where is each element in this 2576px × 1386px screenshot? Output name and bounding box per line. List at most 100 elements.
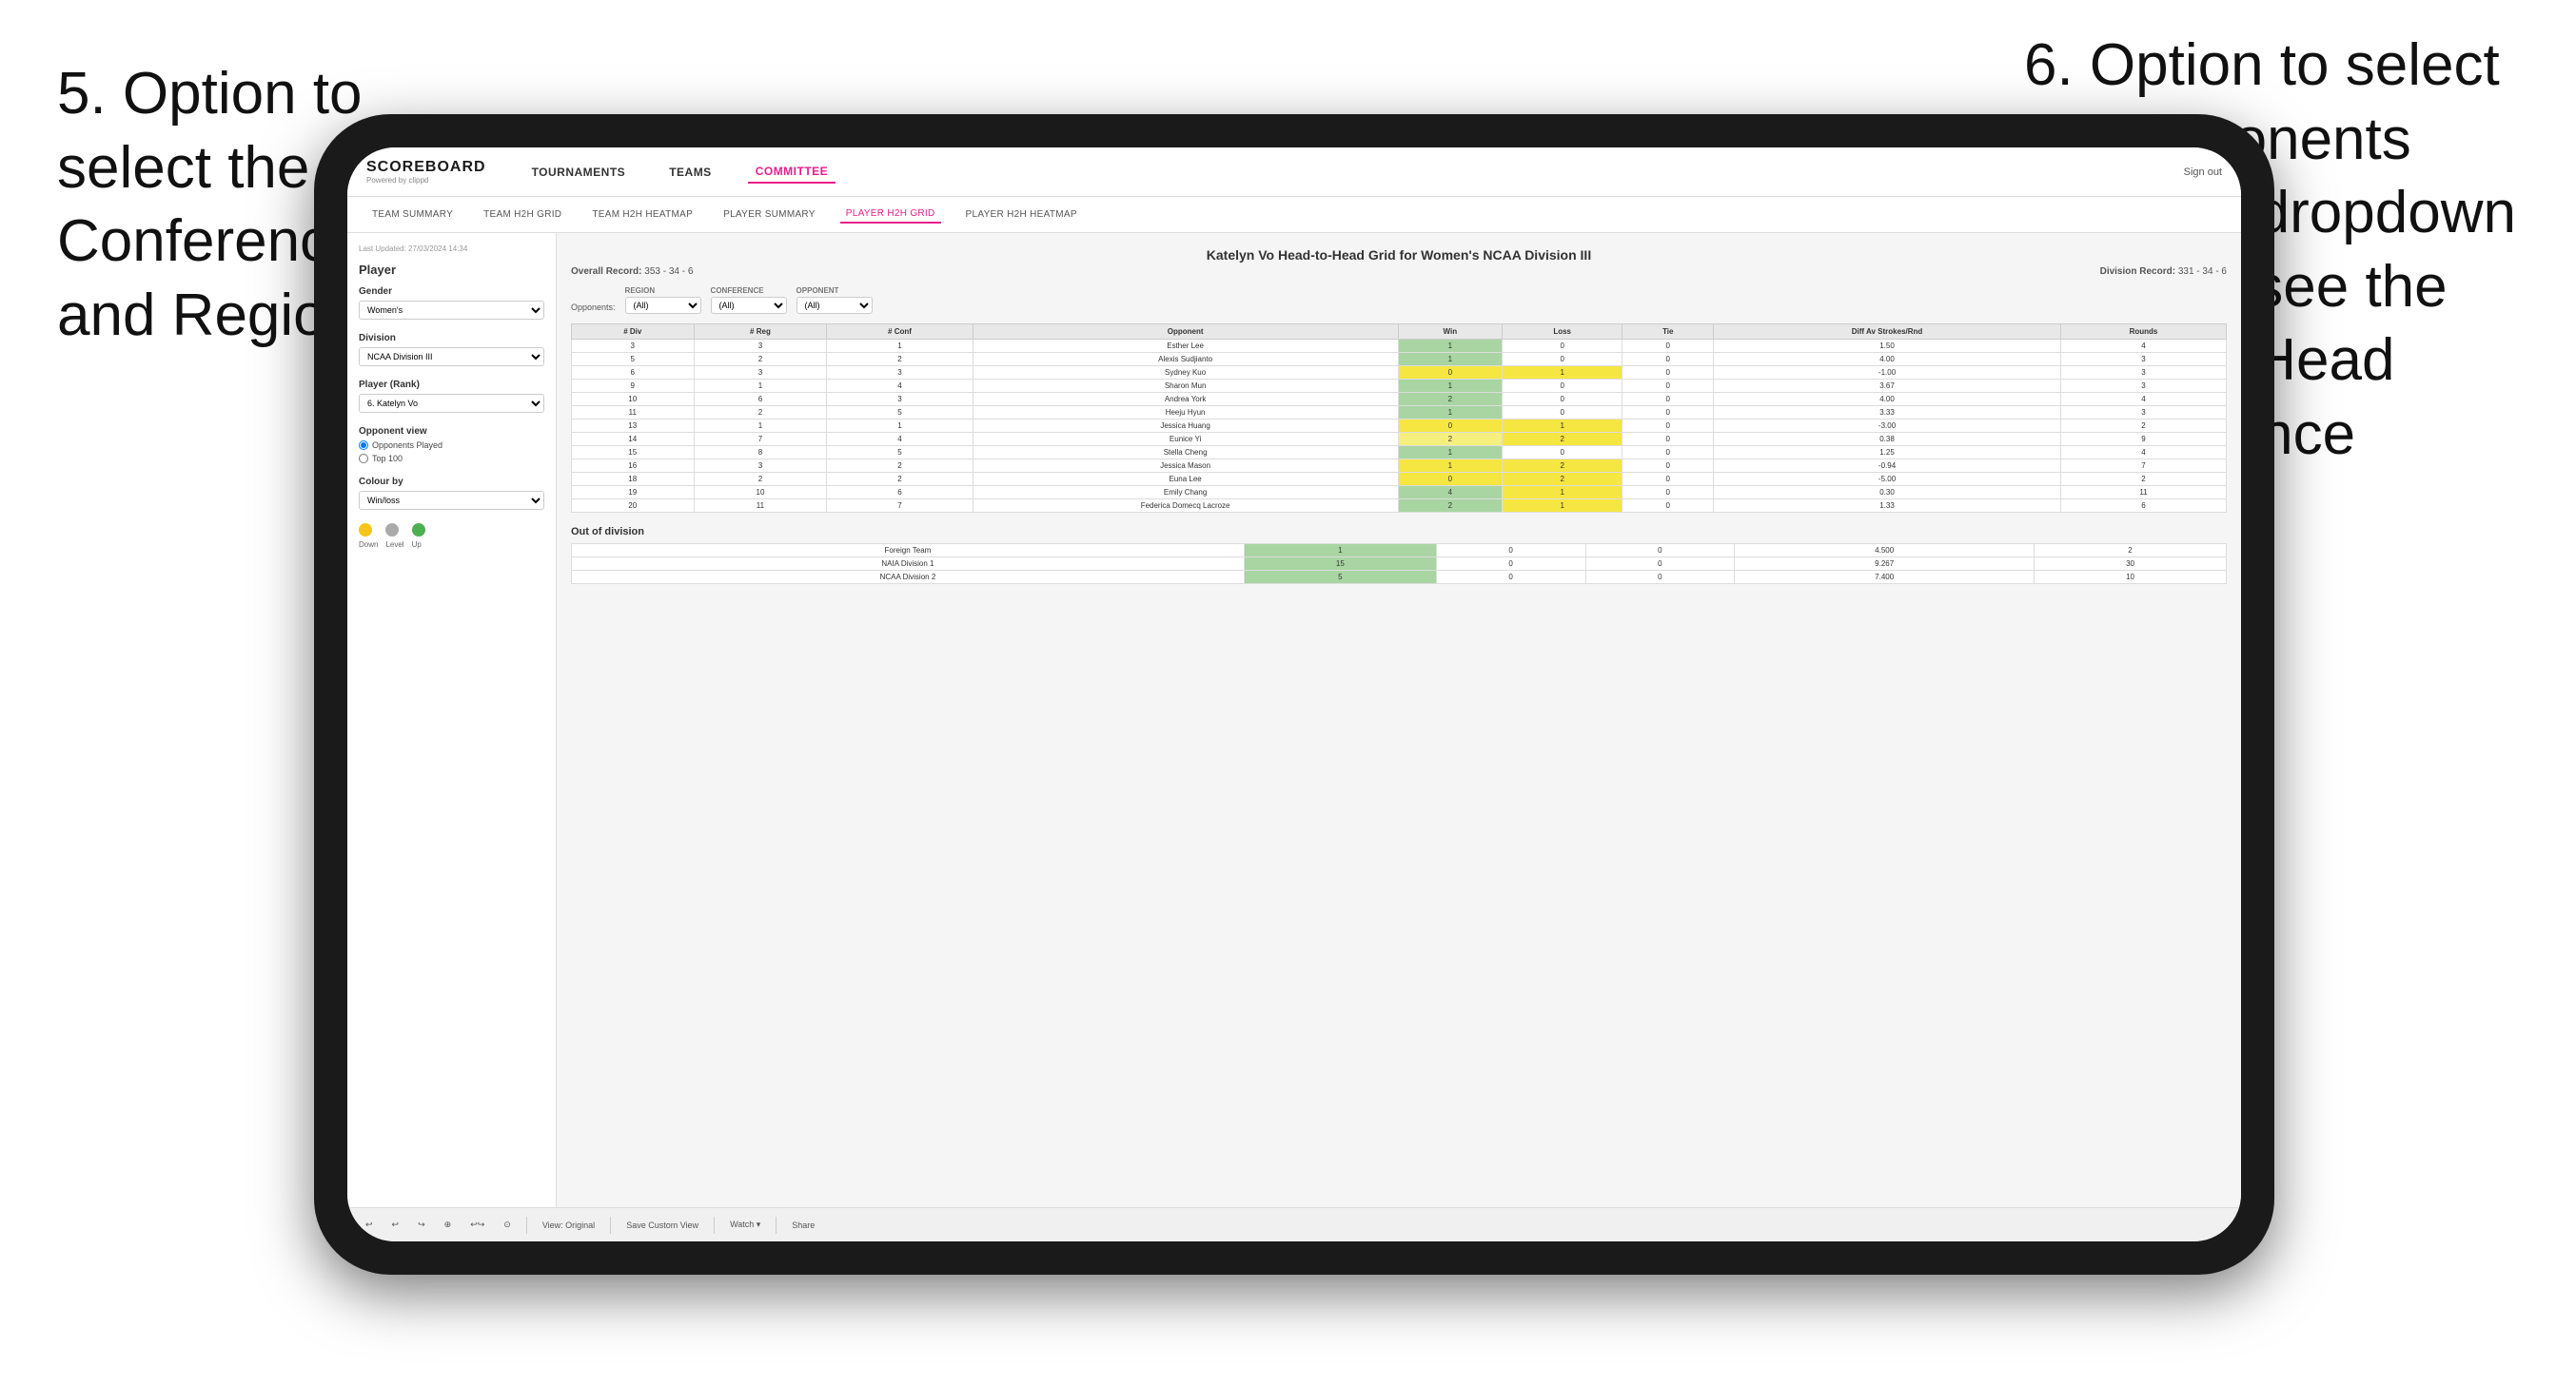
conference-filter-select[interactable]: (All) — [711, 297, 787, 314]
table-row: 5 2 2 Alexis Sudjianto 1 0 0 4.00 3 — [572, 353, 2227, 366]
top-nav: SCOREBOARD Powered by clippd TOURNAMENTS… — [347, 147, 2241, 197]
sidebar-opponent-view-label: Opponent view — [359, 426, 544, 437]
radio-top100[interactable]: Top 100 — [359, 454, 544, 463]
report-title: Katelyn Vo Head-to-Head Grid for Women's… — [571, 247, 2227, 263]
nav-committee[interactable]: COMMITTEE — [748, 161, 836, 184]
overall-record: Overall Record: 353 - 34 - 6 — [571, 266, 693, 277]
filter-row: Opponents: Region (All) Conference (All) — [571, 286, 2227, 314]
conference-filter-group: Conference (All) — [711, 286, 787, 314]
nav-tournaments[interactable]: TOURNAMENTS — [524, 162, 634, 183]
opponent-filter-select[interactable]: (All) — [796, 297, 873, 314]
table-row: 14 7 4 Eunice Yi 2 2 0 0.38 9 — [572, 433, 2227, 446]
th-div: # Div — [572, 324, 695, 340]
colour-legend: Down Level Up — [359, 523, 544, 549]
th-tie: Tie — [1622, 324, 1714, 340]
sidebar-division-section: Division NCAA Division III NCAA Division… — [359, 333, 544, 366]
th-win: Win — [1398, 324, 1502, 340]
region-filter-select[interactable]: (All) — [625, 297, 701, 314]
th-reg: # Reg — [694, 324, 827, 340]
sub-nav-player-h2h-heatmap[interactable]: PLAYER H2H HEATMAP — [960, 206, 1083, 223]
separator1 — [526, 1217, 527, 1234]
table-row: 3 3 1 Esther Lee 1 0 0 1.50 4 — [572, 340, 2227, 353]
logo-sub: Powered by clippd — [366, 176, 486, 185]
table-row: 10 6 3 Andrea York 2 0 0 4.00 4 — [572, 393, 2227, 406]
th-loss: Loss — [1502, 324, 1622, 340]
radio-group: Opponents Played Top 100 — [359, 440, 544, 463]
circle-level — [385, 523, 399, 537]
ood-table-row: NAIA Division 1 15 0 0 9.267 30 — [572, 557, 2227, 571]
region-filter-label: Region — [625, 286, 701, 295]
sign-out-button[interactable]: Sign out — [2184, 166, 2222, 178]
separator2 — [610, 1217, 611, 1234]
th-conf: # Conf — [827, 324, 973, 340]
toolbar-share[interactable]: Share — [788, 1219, 818, 1232]
main-content: Last Updated: 27/03/2024 14:34 Player Ge… — [347, 233, 2241, 1207]
sidebar-gender-section: Gender Women's Men's — [359, 286, 544, 320]
ood-table-row: Foreign Team 1 0 0 4.500 2 — [572, 544, 2227, 557]
th-opponent: Opponent — [973, 324, 1398, 340]
sidebar-player-rank-section: Player (Rank) 6. Katelyn Vo — [359, 380, 544, 413]
region-filter-group: Region (All) — [625, 286, 701, 314]
separator4 — [776, 1217, 777, 1234]
logo-text: SCOREBOARD — [366, 159, 486, 176]
player-heading: Player — [359, 263, 544, 277]
sidebar-colour-section: Colour by Win/loss — [359, 477, 544, 510]
out-of-division-title: Out of division — [571, 526, 2227, 537]
opponents-prefix-label: Opponents: — [571, 303, 616, 312]
tablet-screen: SCOREBOARD Powered by clippd TOURNAMENTS… — [347, 147, 2241, 1241]
division-record: Division Record: 331 - 34 - 6 — [2100, 266, 2227, 277]
colour-select[interactable]: Win/loss — [359, 491, 544, 510]
sidebar-player-rank-label: Player (Rank) — [359, 380, 544, 390]
division-select[interactable]: NCAA Division III NCAA Division I NCAA D… — [359, 347, 544, 366]
nav-teams[interactable]: TEAMS — [661, 162, 719, 183]
gender-select[interactable]: Women's Men's — [359, 301, 544, 320]
toolbar-add[interactable]: ⊕ — [441, 1218, 456, 1232]
toolbar-save-custom[interactable]: Save Custom View — [622, 1219, 702, 1232]
sub-nav-team-summary[interactable]: TEAM SUMMARY — [366, 206, 459, 223]
circle-up — [412, 523, 425, 537]
report-header: Katelyn Vo Head-to-Head Grid for Women's… — [571, 247, 2227, 277]
toolbar-watch[interactable]: Watch ▾ — [726, 1218, 764, 1232]
table-row: 11 2 5 Heeju Hyun 1 0 0 3.33 3 — [572, 406, 2227, 420]
sidebar-opponent-view-section: Opponent view Opponents Played Top 100 — [359, 426, 544, 463]
sub-nav-player-h2h-grid[interactable]: PLAYER H2H GRID — [840, 205, 941, 224]
th-diff: Diff Av Strokes/Rnd — [1714, 324, 2061, 340]
conference-filter-label: Conference — [711, 286, 787, 295]
second-nav: TEAM SUMMARY TEAM H2H GRID TEAM H2H HEAT… — [347, 197, 2241, 233]
last-updated: Last Updated: 27/03/2024 14:34 — [359, 244, 544, 253]
th-rounds: Rounds — [2060, 324, 2226, 340]
circle-down — [359, 523, 372, 537]
out-of-division-table: Foreign Team 1 0 0 4.500 2 NAIA Division… — [571, 543, 2227, 584]
toolbar-view-original[interactable]: View: Original — [539, 1219, 599, 1232]
opponent-filter-label: Opponent — [796, 286, 873, 295]
opponent-filter-group: Opponent (All) — [796, 286, 873, 314]
toolbar-undo2[interactable]: ↩ — [388, 1218, 403, 1232]
sidebar-division-label: Division — [359, 333, 544, 343]
radio-opponents-played[interactable]: Opponents Played — [359, 440, 544, 450]
player-rank-select[interactable]: 6. Katelyn Vo — [359, 394, 544, 413]
toolbar-redo[interactable]: ↪ — [414, 1218, 429, 1232]
logo-area: SCOREBOARD Powered by clippd — [366, 159, 486, 185]
label-up: Up — [412, 540, 425, 549]
table-row: 19 10 6 Emily Chang 4 1 0 0.30 11 — [572, 486, 2227, 499]
table-row: 13 1 1 Jessica Huang 0 1 0 -3.00 2 — [572, 420, 2227, 433]
ood-table-row: NCAA Division 2 5 0 0 7.400 10 — [572, 571, 2227, 584]
table-row: 18 2 2 Euna Lee 0 2 0 -5.00 2 — [572, 473, 2227, 486]
main-data-table: # Div # Reg # Conf Opponent Win Loss Tie… — [571, 323, 2227, 513]
table-row: 9 1 4 Sharon Mun 1 0 0 3.67 3 — [572, 380, 2227, 393]
report-records: Overall Record: 353 - 34 - 6 Division Re… — [571, 266, 2227, 277]
sub-nav-player-summary[interactable]: PLAYER SUMMARY — [718, 206, 821, 223]
toolbar-settings[interactable]: ⊙ — [500, 1218, 515, 1232]
toolbar-undo[interactable]: ↩ — [362, 1218, 377, 1232]
toolbar-reset[interactable]: ↩↪ — [466, 1218, 488, 1232]
table-row: 6 3 3 Sydney Kuo 0 1 0 -1.00 3 — [572, 366, 2227, 380]
separator3 — [714, 1217, 715, 1234]
table-row: 20 11 7 Federica Domecq Lacroze 2 1 0 1.… — [572, 499, 2227, 513]
tablet: SCOREBOARD Powered by clippd TOURNAMENTS… — [314, 114, 2274, 1275]
sub-nav-team-h2h-heatmap[interactable]: TEAM H2H HEATMAP — [586, 206, 698, 223]
sidebar: Last Updated: 27/03/2024 14:34 Player Ge… — [347, 233, 557, 1207]
sidebar-gender-label: Gender — [359, 286, 544, 297]
sub-nav-team-h2h-grid[interactable]: TEAM H2H GRID — [478, 206, 567, 223]
label-level: Level — [385, 540, 403, 549]
table-row: 15 8 5 Stella Cheng 1 0 0 1.25 4 — [572, 446, 2227, 459]
